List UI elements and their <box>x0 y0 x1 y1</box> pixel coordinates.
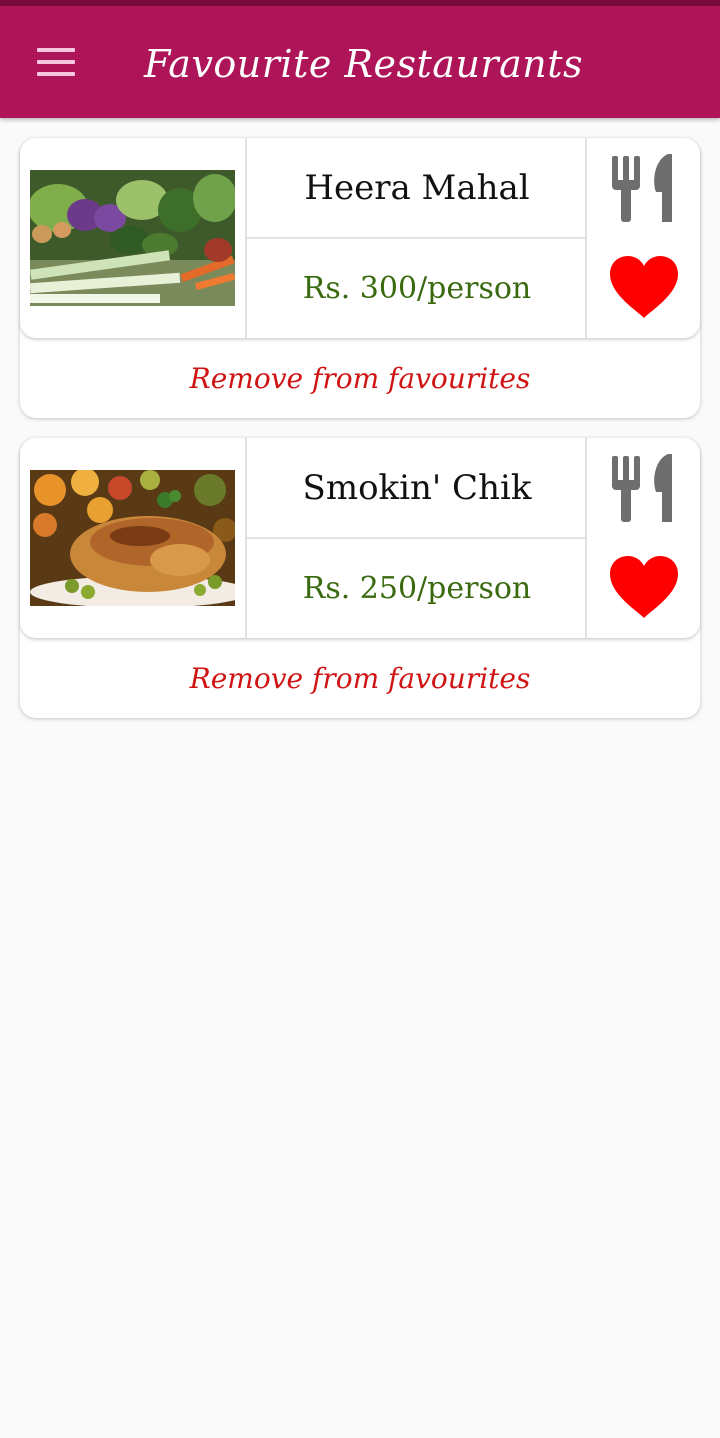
hamburger-menu-icon[interactable] <box>26 34 86 90</box>
restaurant-card[interactable]: Heera Mahal Rs. 300/person Remove from f… <box>20 138 700 418</box>
restaurant-name: Heera Mahal <box>304 167 530 208</box>
restaurant-name: Smokin' Chik <box>302 467 532 508</box>
heart-icon[interactable] <box>608 254 680 322</box>
restaurant-card-header: Heera Mahal Rs. 300/person <box>20 138 700 338</box>
roast-chicken-photo <box>30 470 235 606</box>
cutlery-icon <box>610 452 678 524</box>
restaurant-image <box>30 470 235 606</box>
vegetables-photo <box>30 170 235 306</box>
cutlery-icon <box>610 152 678 224</box>
restaurant-image <box>30 170 235 306</box>
remove-from-favourites-button[interactable]: Remove from favourites <box>20 638 700 718</box>
page-title: Favourite Restaurants <box>144 42 583 86</box>
remove-from-favourites-button[interactable]: Remove from favourites <box>20 338 700 418</box>
restaurant-card-header: Smokin' Chik Rs. 250/person <box>20 438 700 638</box>
restaurant-price: Rs. 300/person <box>302 271 532 306</box>
app-bar: Favourite Restaurants <box>0 6 720 118</box>
restaurant-card[interactable]: Smokin' Chik Rs. 250/person Remove from … <box>20 438 700 718</box>
heart-icon[interactable] <box>608 554 680 622</box>
restaurant-price: Rs. 250/person <box>302 571 532 606</box>
